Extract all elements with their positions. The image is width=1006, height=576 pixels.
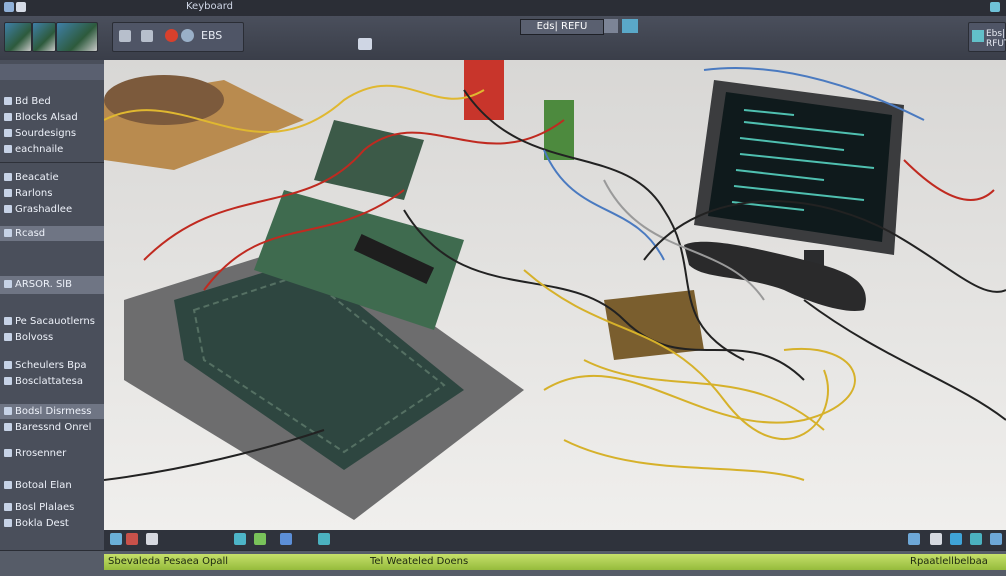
- tool-icon[interactable]: [990, 533, 1002, 545]
- left-panel-item-selected[interactable]: Rcasd: [0, 226, 104, 241]
- left-panel-item[interactable]: Sourdesigns: [0, 126, 104, 141]
- left-panel-item[interactable]: Rarlons: [0, 186, 104, 201]
- left-panel-item[interactable]: Beacatie: [0, 170, 104, 185]
- left-panel-item[interactable]: Bosl Plalaes: [0, 500, 104, 515]
- tool-icon[interactable]: [908, 533, 920, 545]
- tool-icon[interactable]: [970, 533, 982, 545]
- bottom-icon-strip: [104, 530, 1006, 550]
- chevron-down-icon: [4, 280, 12, 288]
- workbench-photo: [104, 60, 1006, 530]
- image-viewport[interactable]: [104, 60, 1006, 530]
- file-icon: [4, 423, 12, 431]
- left-panel-item[interactable]: Grashadlee: [0, 202, 104, 217]
- status-right-text: Rpaatlellbelbaa: [910, 556, 988, 567]
- folder-icon: [4, 113, 12, 121]
- left-panel-item[interactable]: Bosclattatesa: [0, 374, 104, 389]
- file-icon: [4, 481, 12, 489]
- toolbar-right-group: Ebs| RFUT: [968, 22, 1006, 52]
- file-icon: [4, 361, 12, 369]
- tool-icon[interactable]: [950, 533, 962, 545]
- window-title: Keyboard: [186, 1, 234, 12]
- file-icon: [4, 333, 12, 341]
- left-panel-item[interactable]: Bd Bed: [0, 94, 104, 109]
- device-dome: [104, 75, 224, 125]
- file-icon: [4, 205, 12, 213]
- toolbar-label: EBS: [201, 29, 223, 42]
- status-center-text: Tel Weateled Doens: [370, 556, 469, 567]
- file-icon: [4, 189, 12, 197]
- toolbar-right-label: Ebs| RFUT: [986, 29, 1006, 49]
- center-title[interactable]: Eds| REFU: [520, 19, 604, 35]
- left-panel-item[interactable]: Rrosenner: [0, 446, 104, 461]
- folder-icon: [4, 145, 12, 153]
- left-panel-item[interactable]: Bolvoss: [0, 330, 104, 345]
- left-panel-item[interactable]: Pe Sacauotlerns: [0, 314, 104, 329]
- left-panel-section[interactable]: ARSOR. SlB: [0, 276, 104, 294]
- tool-icon[interactable]: [930, 533, 942, 545]
- menu-icon[interactable]: [16, 2, 26, 12]
- left-panel-item[interactable]: Bokla Dest: [0, 516, 104, 531]
- left-panel: Bd Bed Blocks Alsad Sourdesigns eachnail…: [0, 60, 106, 550]
- toolbar-group: EBS: [112, 22, 244, 52]
- status-highlight: [104, 554, 1006, 570]
- file-icon: [4, 407, 12, 415]
- tool-icon[interactable]: [234, 533, 246, 545]
- status-bar: Sbevaleda Pesaea Opall Tel Weateled Doen…: [0, 550, 1006, 576]
- file-icon: [4, 449, 12, 457]
- toolbar: EBS Eds| REFU Ebs| RFUT: [0, 16, 1006, 61]
- file-icon: [4, 317, 12, 325]
- left-panel-header: [0, 64, 104, 80]
- tool-icon[interactable]: [110, 533, 122, 545]
- folder-icon: [4, 97, 12, 105]
- left-panel-item-selected[interactable]: Bodsl Disrmess: [0, 404, 104, 419]
- left-panel-item[interactable]: eachnaile: [0, 142, 104, 157]
- title-bar: Keyboard: [0, 0, 1006, 17]
- grid-icon[interactable]: [972, 30, 984, 42]
- divider: [0, 162, 104, 163]
- left-panel-item[interactable]: Scheulers Bpa: [0, 358, 104, 373]
- tool-icon[interactable]: [146, 533, 158, 545]
- file-icon: [4, 377, 12, 385]
- left-panel-item[interactable]: Baressnd Onrel: [0, 420, 104, 435]
- edit-icon[interactable]: [604, 19, 618, 33]
- settings-icon[interactable]: [181, 29, 194, 42]
- record-icon[interactable]: [165, 29, 178, 42]
- folder-icon: [4, 129, 12, 137]
- tool-icon[interactable]: [280, 533, 292, 545]
- camera-icon[interactable]: [358, 38, 372, 50]
- left-panel-item[interactable]: Botoal Elan: [0, 478, 104, 493]
- panel-icon[interactable]: [622, 19, 638, 33]
- left-panel-item[interactable]: Blocks Alsad: [0, 110, 104, 125]
- file-icon: [4, 173, 12, 181]
- tool-icon[interactable]: [126, 533, 138, 545]
- tool-icon[interactable]: [318, 533, 330, 545]
- file-icon: [4, 519, 12, 527]
- thumbnail-button-2[interactable]: [32, 22, 56, 52]
- thumbnail-button-3[interactable]: [56, 22, 98, 52]
- layers-icon[interactable]: [141, 30, 153, 42]
- status-left-text: Sbevaleda Pesaea Opall: [108, 556, 229, 567]
- tool-icon[interactable]: [254, 533, 266, 545]
- layer-icon: [4, 229, 12, 237]
- window-control-icon[interactable]: [990, 2, 1000, 12]
- app-logo-icon: [4, 2, 14, 12]
- thumbnail-button-1[interactable]: [4, 22, 32, 52]
- image-icon[interactable]: [119, 30, 131, 42]
- file-icon: [4, 503, 12, 511]
